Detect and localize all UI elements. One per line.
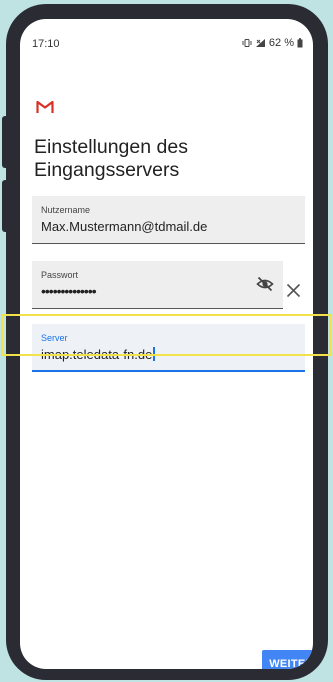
volume-button	[2, 116, 10, 168]
gmail-logo	[36, 100, 54, 113]
page-title: Einstellungen des Eingangsservers	[34, 136, 188, 181]
password-label: Passwort	[41, 270, 79, 280]
close-icon[interactable]	[286, 283, 301, 298]
password-field[interactable]: Passwort ••••••••••••••	[32, 261, 283, 309]
username-label: Nutzername	[41, 205, 91, 215]
vibrate-icon	[242, 39, 252, 47]
battery-percent: 62 %	[268, 37, 294, 49]
status-icons: 62 %	[242, 37, 303, 49]
battery-icon	[297, 38, 303, 48]
status-time: 17:10	[32, 38, 60, 50]
status-bar: 17:10 62 %	[30, 36, 303, 52]
bixby-button	[2, 180, 10, 232]
visibility-off-icon[interactable]	[256, 276, 274, 292]
username-value: Max.Mustermann@tdmail.de	[41, 219, 208, 234]
next-button[interactable]: WEITER	[262, 650, 313, 669]
username-field[interactable]: Nutzername Max.Mustermann@tdmail.de	[32, 196, 305, 244]
signal-icon	[255, 39, 265, 47]
highlight-box	[1, 314, 331, 356]
password-value: ••••••••••••••	[41, 283, 97, 299]
